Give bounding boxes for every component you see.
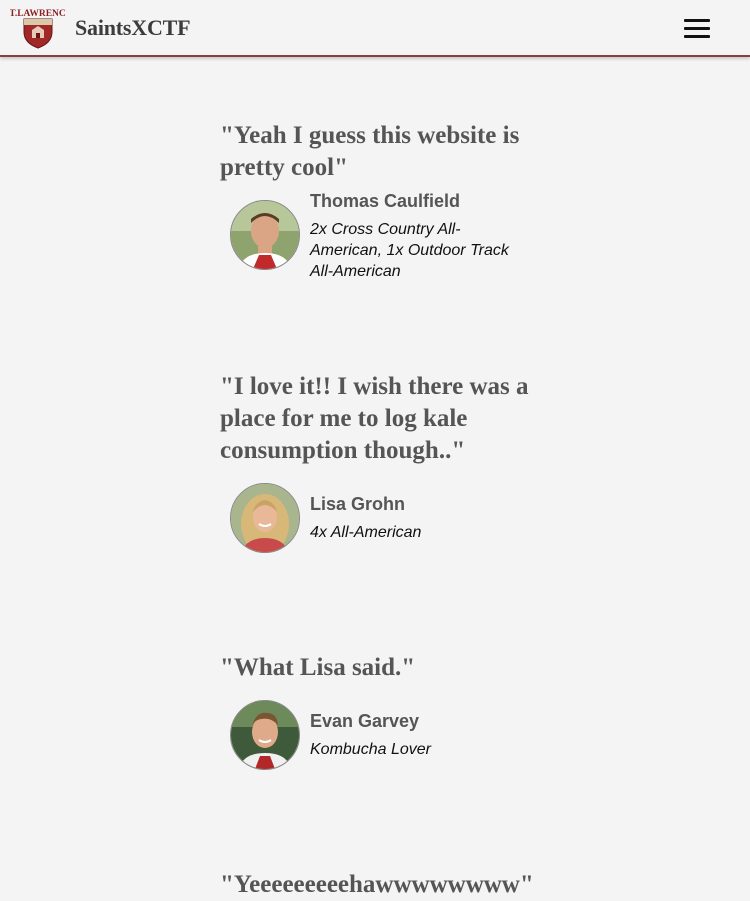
testimonial-quote: "Yeah I guess this website is pretty coo… xyxy=(220,122,520,181)
testimonial-quote: "I love it!! I wish there was a place fo… xyxy=(220,373,529,464)
hamburger-menu-icon[interactable] xyxy=(680,16,714,42)
svg-text:ST.LAWRENCE: ST.LAWRENCE xyxy=(10,9,66,19)
person-name: Evan Garvey xyxy=(310,711,420,731)
testimonial-quote: "What Lisa said." xyxy=(220,654,416,681)
person-description: Kombucha Lover xyxy=(310,741,431,758)
st-lawrence-logo-icon[interactable]: ST.LAWRENCE xyxy=(4,6,72,50)
avatar xyxy=(230,483,300,553)
person-description: 4x All-American xyxy=(310,524,422,541)
person-name: Lisa Grohn xyxy=(310,494,406,514)
person-name: Thomas Caulfield xyxy=(310,191,461,211)
avatar xyxy=(230,200,300,270)
testimonial-quote: "Yeeeeeeeeehawwwwwwww" xyxy=(220,871,534,898)
person-description: 2x Cross Country All-American, 1x Outdoo… xyxy=(310,221,509,280)
brand-title[interactable]: SaintsXCTF xyxy=(75,15,191,41)
avatar xyxy=(230,700,300,770)
top-navbar: ST.LAWRENCE SaintsXCTF xyxy=(0,0,750,57)
